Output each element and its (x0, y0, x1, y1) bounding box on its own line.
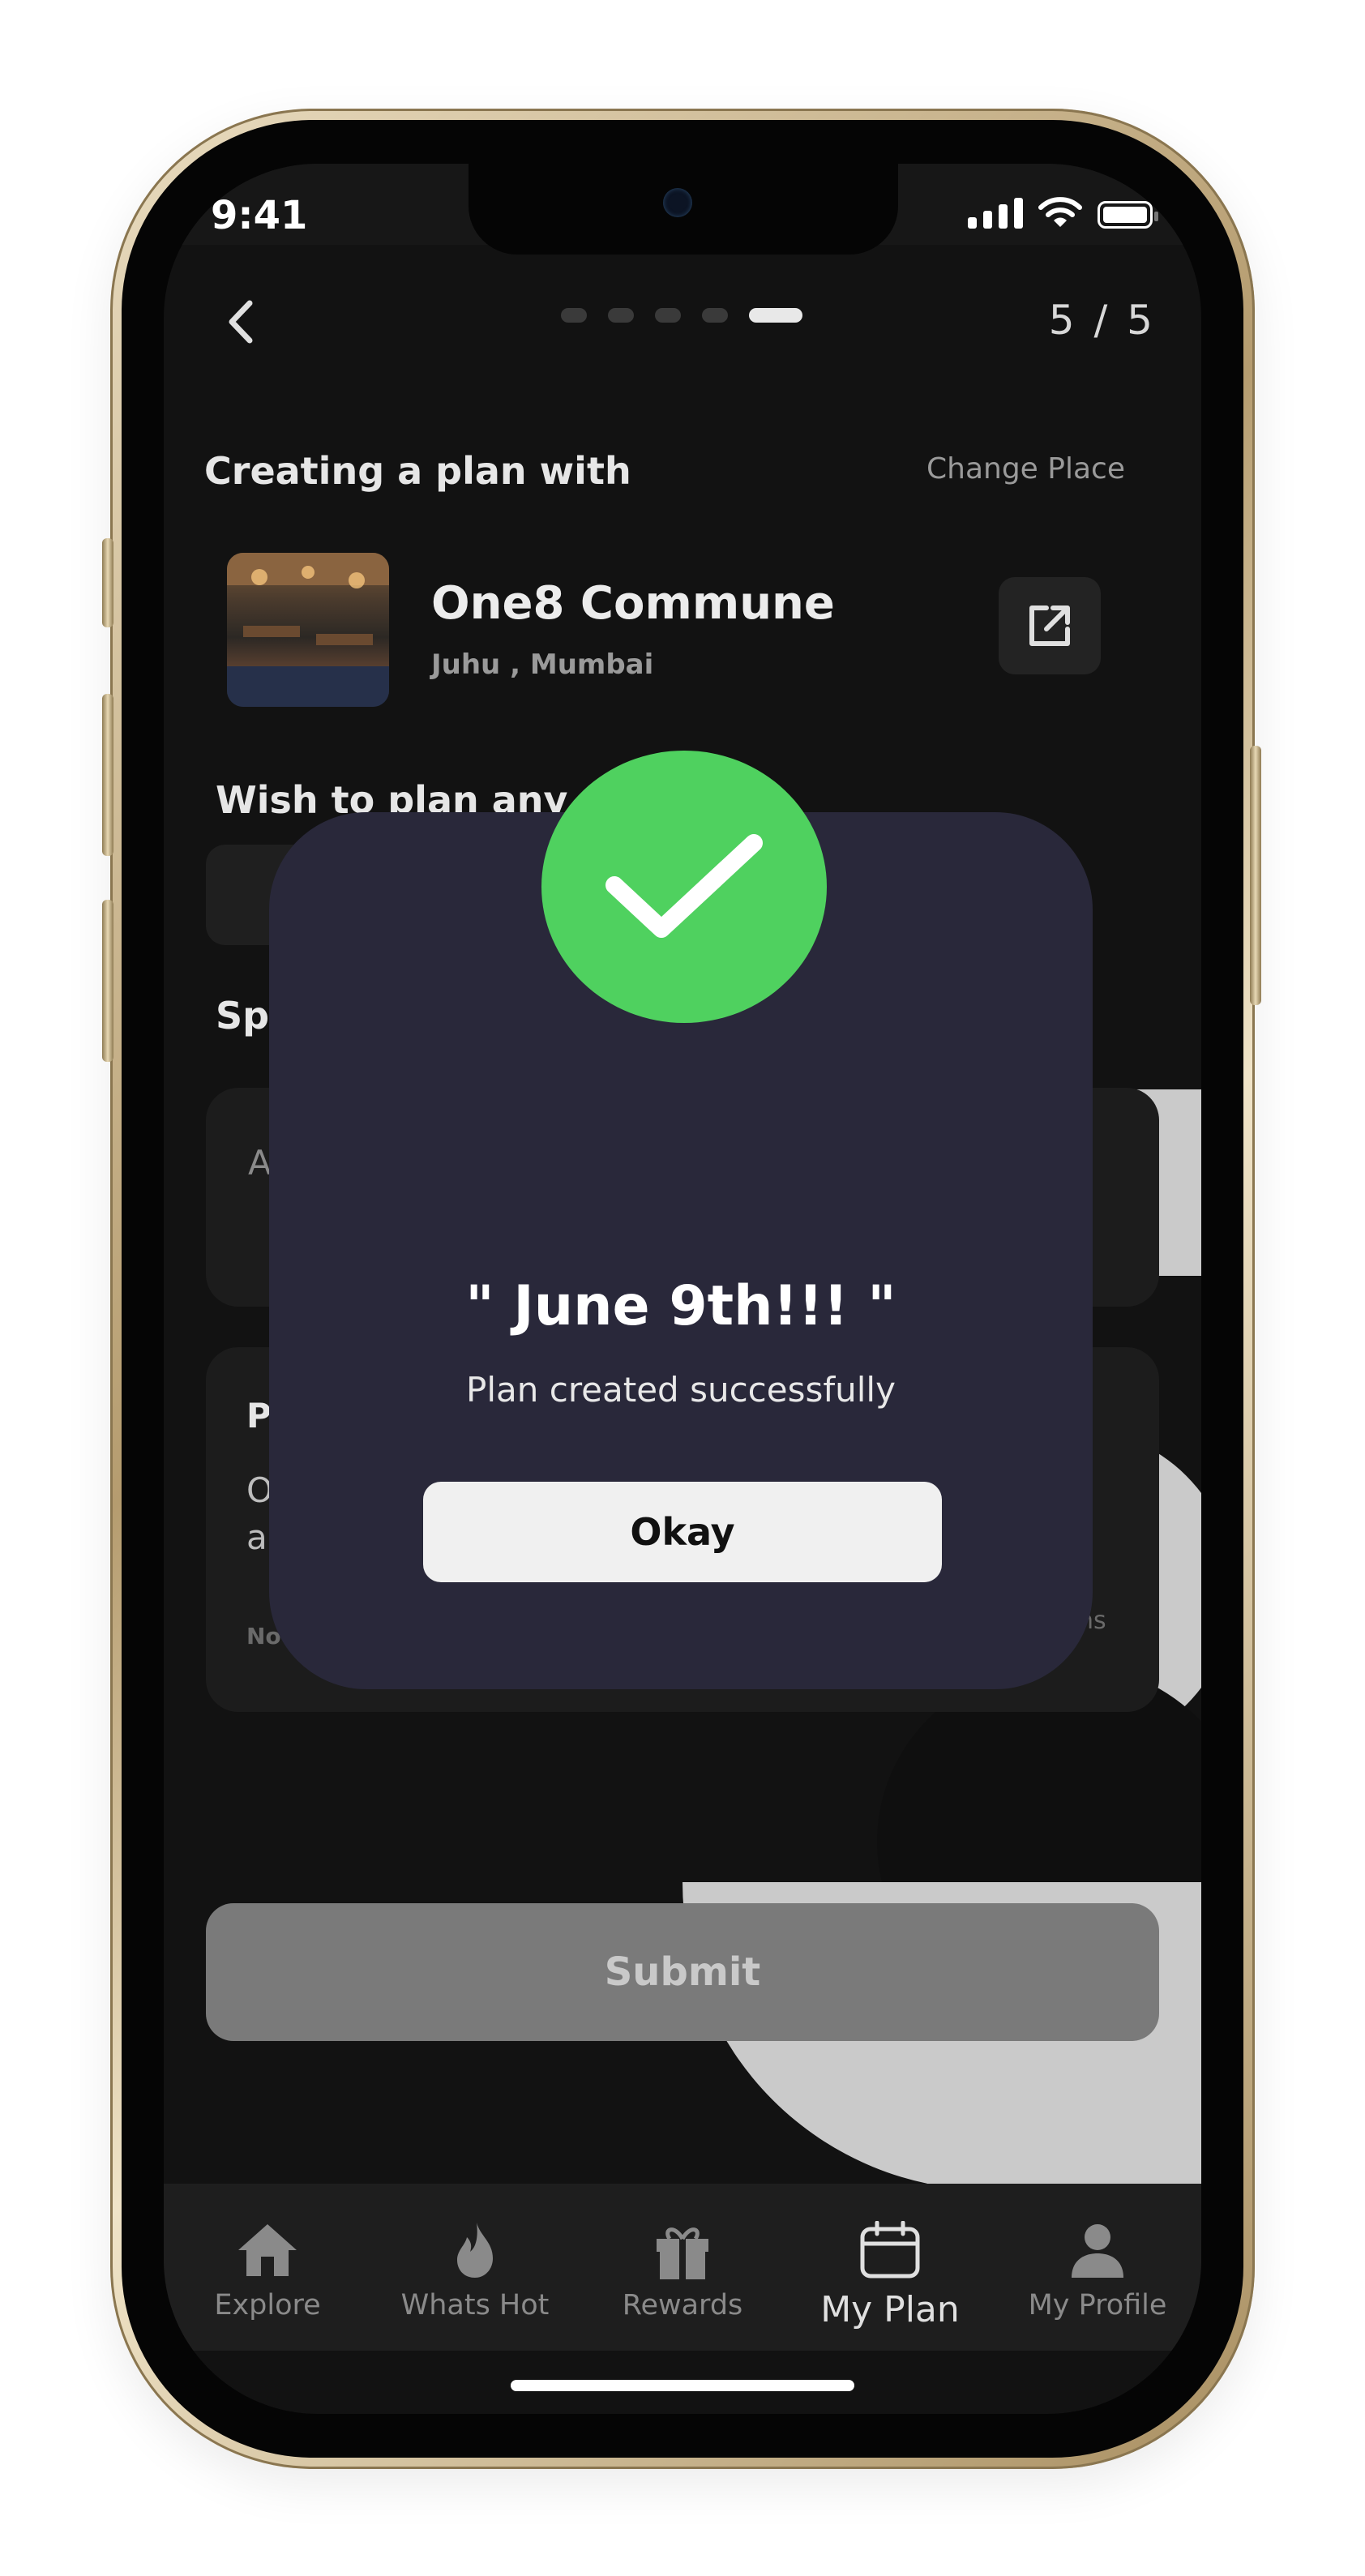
policy-title: P (246, 1396, 272, 1436)
creating-plan-title: Creating a plan with (204, 449, 631, 493)
tab-my-profile[interactable]: My Profile (994, 2184, 1201, 2351)
battery-icon (1098, 201, 1158, 229)
profile-icon (1072, 2224, 1123, 2278)
front-camera (663, 188, 692, 217)
checkmark-icon (605, 834, 763, 938)
calendar-icon (860, 2221, 920, 2279)
submit-button[interactable]: Submit (206, 1903, 1159, 2041)
modal-message: Plan created successfully (466, 1370, 896, 1410)
request-input-placeholder: A (248, 1143, 272, 1183)
place-location: Juhu , Mumbai (431, 648, 654, 681)
status-time: 9:41 (211, 193, 308, 238)
open-place-button[interactable] (999, 577, 1101, 674)
step-dot (702, 308, 728, 323)
external-link-icon (1029, 605, 1070, 646)
change-place-link[interactable]: Change Place (926, 452, 1125, 486)
step-dot (561, 308, 587, 323)
cellular-signal-icon (968, 196, 1023, 229)
okay-button[interactable]: Okay (423, 1482, 942, 1582)
step-counter: 5 / 5 (1048, 297, 1156, 344)
volume-down-button (102, 900, 113, 1062)
place-name: One8 Commune (431, 577, 835, 630)
step-progress-dots (561, 308, 802, 323)
wifi-icon (1038, 197, 1082, 227)
tab-label: My Plan (820, 2289, 960, 2330)
tab-label: Whats Hot (400, 2289, 550, 2321)
step-dot (655, 308, 681, 323)
mute-switch (102, 538, 113, 627)
tab-my-plan[interactable]: My Plan (786, 2184, 994, 2351)
volume-up-button (102, 694, 113, 856)
special-request-label: Sp (216, 994, 270, 1038)
tab-explore[interactable]: Explore (164, 2184, 371, 2351)
tab-label: Rewards (622, 2289, 743, 2321)
step-dot (608, 308, 634, 323)
success-badge (541, 751, 827, 1023)
flame-icon (457, 2223, 493, 2278)
place-thumbnail (227, 553, 389, 707)
tab-label: My Profile (1028, 2289, 1167, 2321)
home-indicator (511, 2380, 854, 2391)
policy-text-line2: a (246, 1517, 267, 1557)
step-dot-active (749, 308, 802, 323)
bottom-tab-bar: Explore Whats Hot Rewards My Plan My Pro… (164, 2184, 1201, 2351)
tab-rewards[interactable]: Rewards (579, 2184, 786, 2351)
gift-icon (657, 2227, 708, 2279)
tab-whats-hot[interactable]: Whats Hot (371, 2184, 579, 2351)
status-icons (968, 196, 1158, 229)
app-screen: 9:41 5 / 5 Creating a plan with Change P… (164, 164, 1201, 2414)
tab-label: Explore (214, 2289, 321, 2321)
power-button (1250, 746, 1261, 1005)
home-icon (238, 2224, 297, 2276)
back-arrow-icon[interactable] (216, 293, 264, 350)
modal-title: " June 9th!!! " (465, 1274, 896, 1338)
